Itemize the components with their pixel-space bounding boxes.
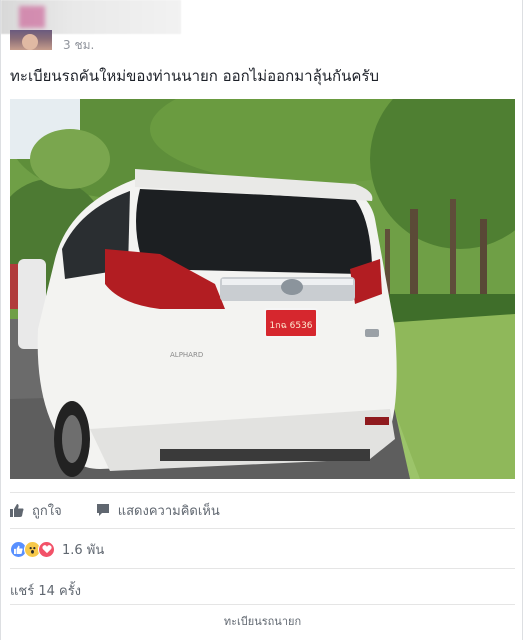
divider	[10, 568, 515, 569]
post-header: 3 ชม.	[1, 0, 523, 58]
divider	[10, 492, 515, 493]
car-photo-illustration: 1กฉ 6536 ALPHARD	[10, 99, 515, 479]
thumbs-up-icon	[10, 504, 24, 517]
reaction-count: 1.6 พัน	[62, 542, 105, 558]
comment-label: แสดงความคิดเห็น	[117, 503, 220, 519]
image-caption: ทะเบียนรถนายก	[223, 615, 302, 628]
post-actions: ถูกใจ แสดงความคิดเห็น	[10, 496, 515, 524]
share-count[interactable]: แชร์ 14 ครั้ง	[10, 580, 81, 601]
avatar[interactable]	[10, 30, 52, 50]
blurred-author-name	[1, 0, 181, 34]
facebook-post: 3 ชม. ทะเบียนรถคันใหม่ของท่านนายก ออกไม่…	[0, 0, 523, 640]
post-photo[interactable]: 1กฉ 6536 ALPHARD	[10, 99, 515, 479]
comment-icon	[96, 504, 109, 516]
reactions-summary[interactable]: 1.6 พัน	[10, 538, 104, 560]
comment-button[interactable]: แสดงความคิดเห็น	[96, 500, 220, 521]
divider	[10, 604, 515, 605]
plate-text: 1กฉ 6536	[269, 321, 312, 331]
post-timestamp[interactable]: 3 ชม.	[63, 36, 94, 55]
like-label: ถูกใจ	[32, 503, 62, 519]
love-reaction-icon	[38, 540, 55, 558]
like-button[interactable]: ถูกใจ	[10, 500, 62, 521]
post-text: ทะเบียนรถคันใหม่ของท่านนายก ออกไม่ออกมาล…	[10, 67, 379, 85]
divider	[10, 528, 515, 529]
car-badge: ALPHARD	[170, 351, 203, 359]
